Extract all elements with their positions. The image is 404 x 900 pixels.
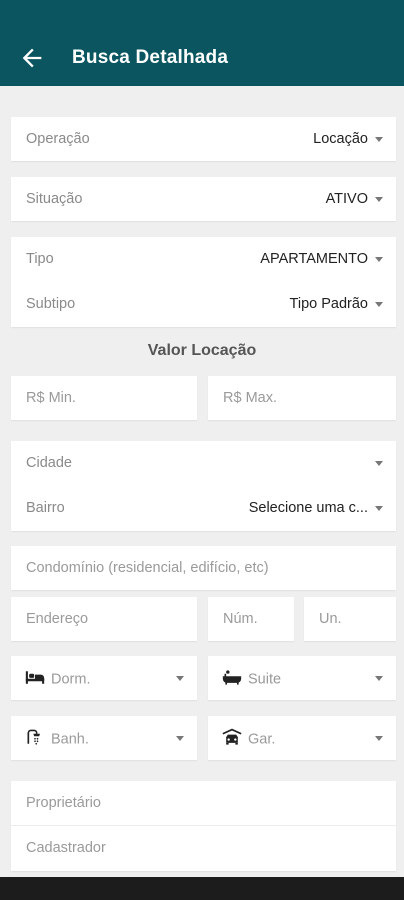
situacao-value: ATIVO: [325, 191, 368, 207]
suite-placeholder: Suite: [248, 671, 282, 688]
responsaveis-card: Proprietário Cadastrador: [11, 781, 396, 871]
valor-max-input[interactable]: R$ Max.: [208, 376, 396, 420]
app-bar: Busca Detalhada: [0, 0, 404, 86]
gar-select[interactable]: Gar.: [208, 716, 396, 760]
dropdown-arrow-icon: [375, 736, 383, 741]
operacao-label: Operação: [26, 131, 90, 147]
dropdown-arrow-icon: [375, 506, 383, 511]
valor-max-placeholder: R$ Max.: [223, 390, 277, 406]
dropdown-arrow-icon: [176, 736, 184, 741]
suite-select[interactable]: Suite: [208, 656, 396, 700]
dropdown-arrow-icon: [375, 302, 383, 307]
numero-placeholder: Núm.: [223, 611, 258, 627]
cadastrador-placeholder: Cadastrador: [26, 840, 106, 856]
subtipo-value: Tipo Padrão: [289, 296, 368, 312]
cadastrador-input[interactable]: Cadastrador: [11, 826, 396, 870]
banh-placeholder: Banh.: [51, 731, 89, 748]
tipo-value: APARTAMENTO: [260, 251, 368, 267]
situacao-select[interactable]: Situação ATIVO: [11, 177, 396, 221]
dropdown-arrow-icon: [375, 137, 383, 142]
tipo-label: Tipo: [26, 251, 54, 267]
valor-min-placeholder: R$ Min.: [26, 390, 76, 406]
localizacao-card: Cidade Bairro Selecione uma c...: [11, 441, 396, 531]
cidade-label: Cidade: [26, 455, 72, 471]
dropdown-arrow-icon: [375, 257, 383, 262]
dropdown-arrow-icon: [375, 461, 383, 466]
system-nav-bar: [0, 877, 404, 900]
dropdown-arrow-icon: [375, 676, 383, 681]
valor-section-title: Valor Locação: [147, 342, 257, 359]
condominio-input[interactable]: Condomínio (residencial, edifício, etc): [11, 546, 396, 590]
proprietario-placeholder: Proprietário: [26, 795, 101, 811]
condominio-placeholder: Condomínio (residencial, edifício, etc): [26, 560, 269, 576]
dorm-select[interactable]: Dorm.: [11, 656, 197, 700]
bathtub-icon: [222, 670, 242, 685]
page-title: Busca Detalhada: [72, 47, 229, 68]
shower-icon: [27, 729, 40, 745]
unidade-input[interactable]: Un.: [304, 597, 396, 641]
operacao-value: Locação: [313, 131, 368, 147]
tipo-card: Tipo APARTAMENTO Subtipo Tipo Padrão: [11, 237, 396, 327]
dropdown-arrow-icon: [375, 197, 383, 202]
valor-min-input[interactable]: R$ Min.: [11, 376, 197, 420]
car-icon: [222, 728, 242, 745]
subtipo-select[interactable]: Subtipo Tipo Padrão: [11, 282, 396, 326]
numero-input[interactable]: Núm.: [208, 597, 294, 641]
dropdown-arrow-icon: [176, 676, 184, 681]
dorm-placeholder: Dorm.: [51, 671, 91, 688]
unidade-placeholder: Un.: [319, 611, 342, 627]
tipo-select[interactable]: Tipo APARTAMENTO: [11, 237, 396, 281]
bairro-value: Selecione uma c...: [248, 500, 368, 516]
bairro-select[interactable]: Bairro Selecione uma c...: [11, 486, 396, 530]
gar-placeholder: Gar.: [248, 731, 276, 748]
bed-icon: [25, 671, 45, 684]
bairro-label: Bairro: [26, 500, 65, 516]
arrow-left-icon[interactable]: [18, 44, 46, 72]
banh-select[interactable]: Banh.: [11, 716, 197, 760]
situacao-label: Situação: [26, 191, 83, 207]
endereco-input[interactable]: Endereço: [11, 597, 197, 641]
cidade-select[interactable]: Cidade: [11, 441, 396, 485]
subtipo-label: Subtipo: [26, 296, 76, 312]
endereco-placeholder: Endereço: [26, 611, 89, 627]
proprietario-input[interactable]: Proprietário: [11, 781, 396, 825]
operacao-select[interactable]: Operação Locação: [11, 117, 396, 161]
